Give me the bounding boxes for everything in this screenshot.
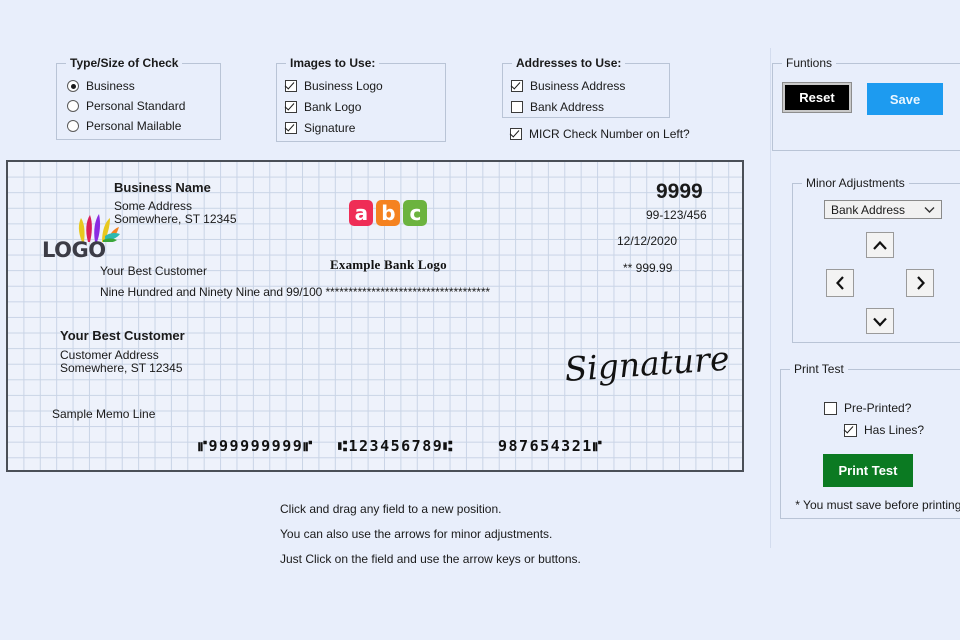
bank-logo-letter-a: a bbox=[349, 200, 374, 226]
micr-account[interactable]: ⑆123456789⑆ bbox=[338, 437, 454, 455]
radio-business-label: Business bbox=[86, 79, 135, 93]
checkbox-bank-address-label: Bank Address bbox=[530, 100, 605, 114]
bank-logo-letter-b: b bbox=[376, 200, 401, 226]
check-signature[interactable]: Signature bbox=[563, 339, 730, 389]
check-business-address-line1[interactable]: Some Address bbox=[114, 199, 192, 213]
chevron-up-icon bbox=[872, 240, 888, 251]
checkbox-business-logo-label: Business Logo bbox=[304, 79, 383, 93]
business-logo-word: LOGO bbox=[42, 238, 106, 262]
bank-logo-name: Example Bank Logo bbox=[330, 257, 447, 272]
radio-personal-standard[interactable]: Personal Standard bbox=[67, 97, 185, 115]
check-customer-address-line2[interactable]: Somewhere, ST 12345 bbox=[60, 361, 183, 375]
micr-number[interactable]: 987654321⑈ bbox=[498, 437, 603, 455]
chevron-right-icon bbox=[915, 275, 926, 291]
functions-group: Funtions Reset Save bbox=[772, 56, 960, 151]
radio-business-indicator[interactable] bbox=[67, 80, 79, 92]
minor-adjustments-group: Minor Adjustments Bank Address bbox=[792, 176, 960, 343]
field-select-value: Bank Address bbox=[831, 202, 906, 217]
check-customer-name[interactable]: Your Best Customer bbox=[60, 328, 185, 343]
type-size-group: Type/Size of Check Business Personal Sta… bbox=[56, 56, 221, 140]
checkbox-micr-left-box[interactable] bbox=[510, 128, 522, 140]
print-test-footnote: * You must save before printing. bbox=[795, 498, 960, 512]
radio-business[interactable]: Business bbox=[67, 77, 185, 95]
hint-line-2: You can also use the arrows for minor ad… bbox=[280, 527, 553, 541]
check-amount-words[interactable]: Nine Hundred and Ninety Nine and 99/100 … bbox=[100, 285, 490, 299]
check-business-address-line2[interactable]: Somewhere, ST 12345 bbox=[114, 212, 237, 226]
radio-personal-mailable[interactable]: Personal Mailable bbox=[67, 117, 185, 135]
images-legend: Images to Use: bbox=[286, 56, 380, 70]
check-memo[interactable]: Sample Memo Line bbox=[52, 407, 155, 421]
checkbox-micr-left[interactable]: MICR Check Number on Left? bbox=[510, 125, 690, 143]
type-size-legend: Type/Size of Check bbox=[66, 56, 183, 70]
print-test-button[interactable]: Print Test bbox=[823, 454, 913, 487]
addresses-legend: Addresses to Use: bbox=[512, 56, 626, 70]
functions-legend: Funtions bbox=[782, 56, 837, 70]
radio-personal-standard-label: Personal Standard bbox=[86, 99, 186, 113]
checkbox-bank-address[interactable]: Bank Address bbox=[511, 98, 625, 116]
check-date[interactable]: 12/12/2020 bbox=[617, 234, 677, 248]
chevron-left-icon bbox=[835, 275, 846, 291]
check-customer-address-line1[interactable]: Customer Address bbox=[60, 348, 159, 362]
chevron-down-icon bbox=[924, 203, 935, 217]
move-down-button[interactable] bbox=[866, 308, 894, 334]
field-select[interactable]: Bank Address bbox=[824, 200, 942, 219]
check-fraction[interactable]: 99-123/456 bbox=[646, 208, 707, 222]
checkbox-pre-printed-label: Pre-Printed? bbox=[844, 401, 912, 415]
checkbox-bank-logo-label: Bank Logo bbox=[304, 100, 362, 114]
check-number[interactable]: 9999 bbox=[656, 180, 703, 204]
check-preview[interactable]: LOGO Business Name Some Address Somewher… bbox=[6, 160, 744, 472]
hint-line-1: Click and drag any field to a new positi… bbox=[280, 502, 502, 516]
checkbox-signature-box[interactable] bbox=[285, 122, 297, 134]
checkbox-bank-logo[interactable]: Bank Logo bbox=[285, 98, 383, 116]
checkbox-micr-left-label: MICR Check Number on Left? bbox=[529, 127, 690, 141]
minor-adjustments-legend: Minor Adjustments bbox=[802, 176, 909, 190]
checkbox-signature[interactable]: Signature bbox=[285, 119, 383, 137]
checkbox-bank-address-box[interactable] bbox=[511, 101, 523, 113]
chevron-down-icon bbox=[872, 316, 888, 327]
checkbox-business-logo-box[interactable] bbox=[285, 80, 297, 92]
bank-logo-letter-c: c bbox=[403, 200, 428, 226]
radio-personal-standard-indicator[interactable] bbox=[67, 100, 79, 112]
images-group: Images to Use: Business Logo Bank Logo S… bbox=[276, 56, 446, 142]
checkbox-has-lines[interactable]: Has Lines? bbox=[844, 421, 924, 439]
print-test-group: Print Test Pre-Printed? Has Lines? Print… bbox=[780, 362, 960, 519]
check-payee[interactable]: Your Best Customer bbox=[100, 264, 207, 278]
checkbox-business-address-label: Business Address bbox=[530, 79, 626, 93]
panel-divider bbox=[770, 48, 771, 548]
checkbox-signature-label: Signature bbox=[304, 121, 356, 135]
checkbox-business-logo[interactable]: Business Logo bbox=[285, 77, 383, 95]
move-right-button[interactable] bbox=[906, 269, 934, 297]
checkbox-business-address-box[interactable] bbox=[511, 80, 523, 92]
checkbox-pre-printed-box[interactable] bbox=[824, 401, 837, 415]
checkbox-has-lines-box[interactable] bbox=[844, 423, 857, 437]
bank-logo[interactable]: a b c Example Bank Logo bbox=[330, 172, 447, 301]
radio-personal-mailable-indicator[interactable] bbox=[67, 120, 79, 132]
check-amount-numeric[interactable]: ** 999.99 bbox=[623, 261, 672, 275]
save-button[interactable]: Save bbox=[867, 83, 943, 115]
reset-button[interactable]: Reset bbox=[782, 82, 852, 113]
print-test-legend: Print Test bbox=[790, 362, 848, 376]
move-left-button[interactable] bbox=[826, 269, 854, 297]
check-business-name[interactable]: Business Name bbox=[114, 180, 211, 195]
move-up-button[interactable] bbox=[866, 232, 894, 258]
checkbox-pre-printed[interactable]: Pre-Printed? bbox=[824, 399, 911, 417]
checkbox-bank-logo-box[interactable] bbox=[285, 101, 297, 113]
radio-personal-mailable-label: Personal Mailable bbox=[86, 119, 182, 133]
micr-routing[interactable]: ⑈999999999⑈ bbox=[198, 437, 314, 455]
addresses-group: Addresses to Use: Business Address Bank … bbox=[502, 56, 670, 118]
hint-line-3: Just Click on the field and use the arro… bbox=[280, 552, 581, 566]
bank-logo-letters: a b c bbox=[330, 200, 447, 226]
checkbox-business-address[interactable]: Business Address bbox=[511, 77, 625, 95]
checkbox-has-lines-label: Has Lines? bbox=[864, 423, 925, 437]
